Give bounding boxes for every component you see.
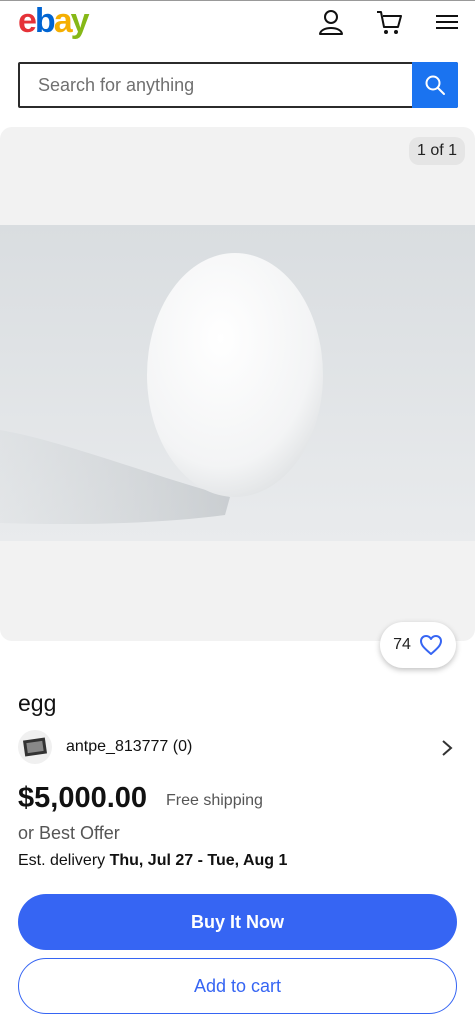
- estimated-delivery: Est. delivery Thu, Jul 27 - Tue, Aug 1: [18, 852, 288, 869]
- product-image[interactable]: [0, 225, 475, 541]
- watch-count: 74: [393, 636, 411, 653]
- cart-icon[interactable]: [374, 7, 404, 37]
- image-counter: 1 of 1: [408, 137, 465, 165]
- item-price: $5,000.00: [18, 782, 148, 814]
- seller-row[interactable]: antpe_813777 (0): [18, 730, 458, 766]
- watch-button[interactable]: 74: [380, 622, 456, 668]
- item-title: egg: [18, 690, 57, 716]
- search-bar: [18, 62, 458, 108]
- top-bar: ebay: [0, 0, 475, 50]
- chevron-right-icon: [442, 740, 453, 756]
- search-input[interactable]: [20, 64, 412, 106]
- ebay-logo[interactable]: ebay: [18, 1, 90, 41]
- heart-icon: [419, 635, 442, 655]
- image-gallery[interactable]: 1 of 1: [0, 127, 475, 641]
- best-offer-text: or Best Offer: [18, 823, 120, 843]
- account-icon[interactable]: [316, 7, 346, 37]
- menu-icon[interactable]: [432, 7, 462, 37]
- add-to-cart-button[interactable]: Add to cart: [18, 958, 457, 1014]
- search-button[interactable]: [412, 62, 458, 108]
- seller-name: antpe_813777 (0): [66, 738, 193, 755]
- shipping-info: Free shipping: [166, 792, 263, 809]
- seller-avatar: [18, 730, 52, 764]
- search-icon: [425, 75, 445, 95]
- buy-it-now-button[interactable]: Buy It Now: [18, 894, 457, 950]
